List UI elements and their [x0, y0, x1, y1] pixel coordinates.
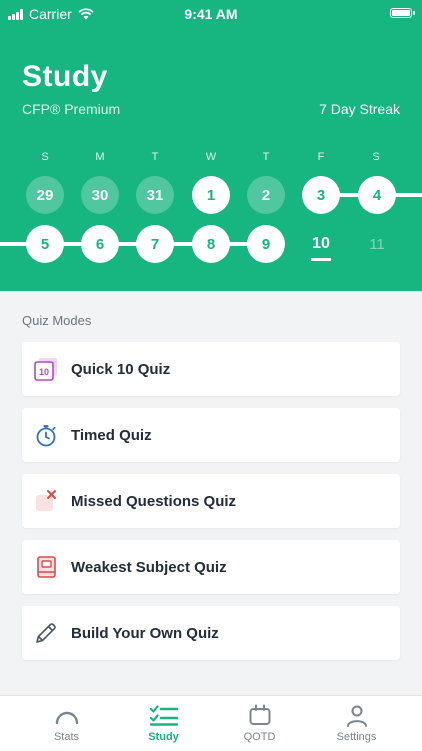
checklist-icon — [149, 705, 178, 726]
calendar-day-29[interactable]: 29 — [26, 176, 64, 214]
quick-10-quiz-card[interactable]: 10 Quick 10 Quiz — [22, 342, 400, 396]
quiz-mode-label: Weakest Subject Quiz — [71, 558, 227, 576]
weekday-thu: T — [262, 151, 270, 163]
tab-bar: Stats Study QOTD Settings — [0, 695, 422, 751]
page-title: Study — [22, 60, 108, 93]
battery-icon — [390, 8, 415, 18]
pencil-icon — [34, 621, 58, 645]
quiz-modes-heading: Quiz Modes — [22, 313, 92, 328]
calendar-day-6[interactable]: 6 — [81, 225, 119, 263]
status-bar: Carrier 9:41 AM — [0, 0, 422, 28]
missed-x-icon — [34, 489, 58, 513]
calendar-day-4[interactable]: 4 — [358, 176, 396, 214]
calendar-day-8[interactable]: 8 — [192, 225, 230, 263]
tab-qotd-label: QOTD — [243, 731, 276, 743]
quiz-mode-label: Quick 10 Quiz — [71, 360, 171, 378]
tab-qotd[interactable]: QOTD — [207, 696, 312, 751]
calendar-day-7[interactable]: 7 — [136, 225, 174, 263]
streak-label: 7 Day Streak — [319, 101, 400, 117]
quick-10-icon: 10 — [34, 357, 58, 381]
weekday-fri: F — [317, 151, 325, 163]
tab-study-label: Study — [148, 731, 179, 743]
calendar-day-9[interactable]: 9 — [247, 225, 285, 263]
calendar-day-30[interactable]: 30 — [81, 176, 119, 214]
quiz-mode-label: Build Your Own Quiz — [71, 624, 219, 642]
quiz-mode-label: Timed Quiz — [71, 426, 152, 444]
gauge-icon — [55, 711, 78, 725]
quiz-mode-label: Missed Questions Quiz — [71, 492, 237, 510]
notebook-icon — [34, 555, 58, 579]
product-subtitle: CFP® Premium — [22, 101, 121, 117]
calendar-day-11[interactable]: 11 — [358, 225, 396, 263]
weekday-sun: S — [41, 151, 49, 163]
tab-study[interactable]: Study — [111, 696, 216, 751]
person-icon — [346, 705, 367, 727]
calendar-day-3[interactable]: 3 — [302, 176, 340, 214]
tab-stats[interactable]: Stats — [14, 696, 119, 751]
calendar-icon — [249, 704, 270, 725]
calendar-day-today[interactable]: 10 — [302, 225, 340, 263]
weekday-mon: M — [95, 151, 105, 163]
weakest-subject-quiz-card[interactable]: Weakest Subject Quiz — [22, 540, 400, 594]
weekday-tue: T — [151, 151, 159, 163]
calendar-day-5[interactable]: 5 — [26, 225, 64, 263]
study-header: Carrier 9:41 AM Study CFP® Premium 7 Day… — [0, 0, 422, 291]
tab-settings-label: Settings — [336, 731, 377, 743]
status-time: 9:41 AM — [184, 6, 238, 22]
tab-stats-label: Stats — [53, 731, 80, 743]
calendar-day-1[interactable]: 1 — [192, 176, 230, 214]
quick-10-badge-text: 10 — [39, 367, 49, 377]
timed-quiz-card[interactable]: Timed Quiz — [22, 408, 400, 462]
weekday-wed: W — [205, 151, 217, 163]
tab-settings[interactable]: Settings — [304, 696, 409, 751]
missed-questions-quiz-card[interactable]: Missed Questions Quiz — [22, 474, 400, 528]
build-your-own-quiz-card[interactable]: Build Your Own Quiz — [22, 606, 400, 660]
calendar-day-31[interactable]: 31 — [136, 176, 174, 214]
weekday-sat: S — [372, 151, 380, 163]
calendar-day-2[interactable]: 2 — [247, 176, 285, 214]
stopwatch-icon — [34, 423, 58, 447]
